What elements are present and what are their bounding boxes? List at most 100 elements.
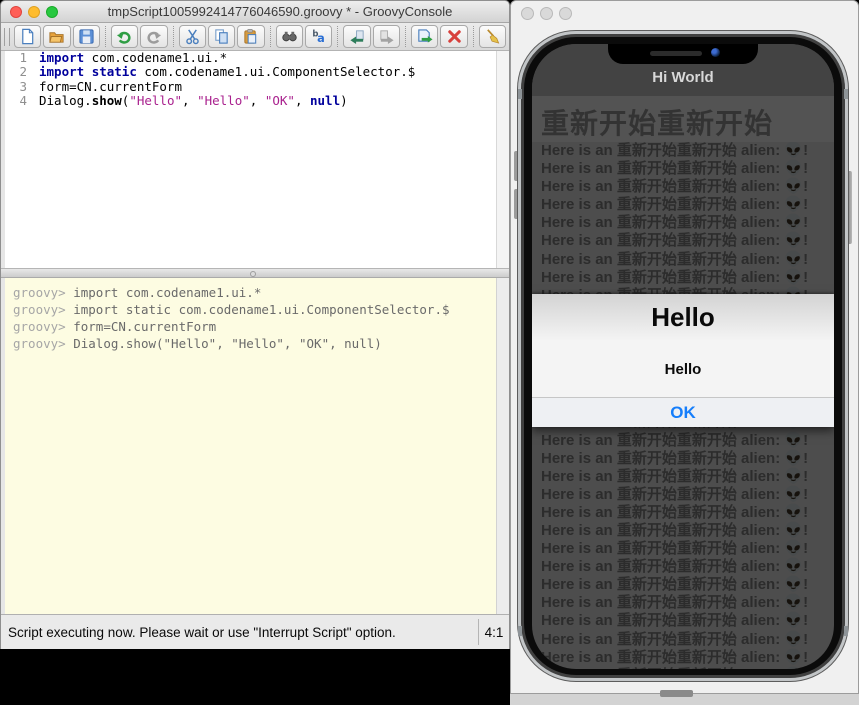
list-item: Here is an 重新开始重新开始 alien: 👽! (541, 486, 834, 504)
execute-script-button[interactable] (411, 25, 438, 48)
list-item: Here is an 重新开始重新开始 alien: 👽! (541, 196, 834, 214)
find-icon (281, 28, 298, 45)
history-previous-button[interactable] (343, 25, 370, 48)
list-item: Here is an 重新开始重新开始 alien: 👽! (541, 558, 834, 576)
copy-button[interactable] (208, 25, 235, 48)
toolbar-separator (105, 26, 106, 47)
app-title: Hi World (532, 66, 834, 90)
alien-emoji: 👽 (784, 450, 803, 467)
alien-emoji: 👽 (784, 196, 803, 213)
alien-emoji: 👽 (784, 631, 803, 648)
simulator-titlebar[interactable] (511, 1, 858, 28)
alien-emoji: 👽 (784, 486, 803, 503)
alien-emoji: 👽 (784, 504, 803, 521)
output-scrollbar[interactable] (496, 278, 509, 614)
alien-emoji: 👽 (784, 178, 803, 195)
screen-heading-band: 重新开始重新开始 (532, 96, 834, 142)
toolbar-grip[interactable] (4, 28, 10, 46)
copy-icon (213, 28, 230, 45)
code-line: 4Dialog.show("Hello", "Hello", "OK", nul… (5, 94, 498, 108)
dialog-body: Hello (532, 341, 834, 397)
minimize-button[interactable] (540, 7, 553, 20)
minimize-button[interactable] (28, 6, 40, 18)
antenna-line (844, 89, 848, 99)
dialog-title: Hello (651, 302, 715, 333)
toolbar-separator (173, 26, 174, 47)
redo-button[interactable] (140, 25, 167, 48)
save-file-button[interactable] (73, 25, 100, 48)
toolbar-separator (473, 26, 474, 47)
code-editor[interactable]: 1import com.codename1.ui.*2import static… (5, 51, 498, 268)
groovy-prompt: groovy> (13, 319, 73, 334)
list-item: Here is an 重新开始重新开始 alien: 👽! (541, 576, 834, 594)
groovy-prompt: groovy> (13, 302, 73, 317)
open-file-button[interactable] (43, 25, 70, 48)
list-item: Here is an 重新开始重新开始 alien: 👽! (541, 594, 834, 612)
interrupt-script-button[interactable] (440, 25, 467, 48)
svg-text:a: a (317, 31, 325, 45)
alien-emoji: 👽 (784, 232, 803, 249)
alien-emoji: 👽 (784, 432, 803, 449)
editor-scrollbar[interactable] (496, 51, 509, 268)
open-file-icon (48, 28, 65, 45)
dialog-button-strip: OK (532, 398, 834, 427)
close-button[interactable] (521, 7, 534, 20)
alien-emoji: 👽 (784, 214, 803, 231)
close-button[interactable] (10, 6, 22, 18)
alien-emoji: 👽 (784, 468, 803, 485)
list-item: Here is an 重新开始重新开始 alien: 👽! (541, 232, 834, 250)
list-item: Here is an 重新开始重新开始 alien: 👽! (541, 468, 834, 486)
toolbar-separator (405, 26, 406, 47)
camera-icon (711, 48, 720, 57)
undo-button[interactable] (111, 25, 138, 48)
antenna-line (518, 626, 522, 636)
speaker-icon (650, 51, 702, 56)
alien-emoji: 👽 (784, 160, 803, 177)
dialog-body-text: Hello (665, 361, 702, 378)
groovy-prompt: groovy> (13, 336, 73, 351)
pane-splitter[interactable] (1, 268, 509, 278)
line-number: 3 (5, 80, 31, 94)
simulator-window: Hi World 重新开始重新开始 Here is an 重新开始重新开始 al… (510, 0, 859, 694)
history-previous-icon (349, 28, 366, 45)
window-title: tmpScript1005992414776046590.groovy * - … (61, 1, 499, 23)
history-next-icon (378, 28, 395, 45)
code-line: 2import static com.codename1.ui.Componen… (5, 65, 498, 79)
phone-frame: Hi World 重新开始重新开始 Here is an 重新开始重新开始 al… (518, 31, 848, 681)
status-bar: Script executing now. Please wait or use… (1, 614, 509, 649)
list-item: Here is an 重新开始重新开始 alien: 👽! (541, 269, 834, 287)
alien-emoji: 👽 (784, 269, 803, 286)
clear-output-button[interactable] (479, 25, 506, 48)
alien-emoji: 👽 (784, 667, 803, 669)
antenna-line (518, 89, 522, 99)
save-file-icon (78, 28, 95, 45)
window-grip-tab[interactable] (660, 690, 693, 697)
list-item: Here is an 重新开始重新开始 alien: 👽! (541, 214, 834, 232)
cut-button[interactable] (179, 25, 206, 48)
antenna-line (844, 626, 848, 636)
toolbar: b a (1, 23, 509, 51)
splitter-grip-icon (250, 271, 256, 277)
ok-button[interactable]: OK (630, 403, 736, 423)
hello-dialog: Hello Hello OK (532, 294, 834, 427)
replace-icon: b a (310, 28, 327, 45)
list-item: Here is an 重新开始重新开始 alien: 👽! (541, 142, 834, 160)
groovy-console-window: tmpScript1005992414776046590.groovy * - … (0, 0, 510, 649)
alien-emoji: 👽 (784, 612, 803, 629)
history-next-button[interactable] (373, 25, 400, 48)
dialog-title-band: Hello (532, 294, 834, 341)
line-number: 2 (5, 65, 31, 79)
zoom-button[interactable] (46, 6, 58, 18)
paste-button[interactable] (237, 25, 264, 48)
list-item: Here is an 重新开始重新开始 alien: 👽! (541, 432, 834, 450)
alien-emoji: 👽 (784, 576, 803, 593)
find-button[interactable] (276, 25, 303, 48)
phone-screen: Hi World 重新开始重新开始 Here is an 重新开始重新开始 al… (532, 44, 834, 669)
zoom-button[interactable] (559, 7, 572, 20)
output-line: groovy> form=CN.currentForm (13, 318, 498, 335)
titlebar[interactable]: tmpScript1005992414776046590.groovy * - … (1, 1, 509, 23)
new-file-button[interactable] (14, 25, 41, 48)
execute-script-icon (416, 28, 433, 45)
cut-icon (184, 28, 201, 45)
replace-button[interactable]: b a (305, 25, 332, 48)
